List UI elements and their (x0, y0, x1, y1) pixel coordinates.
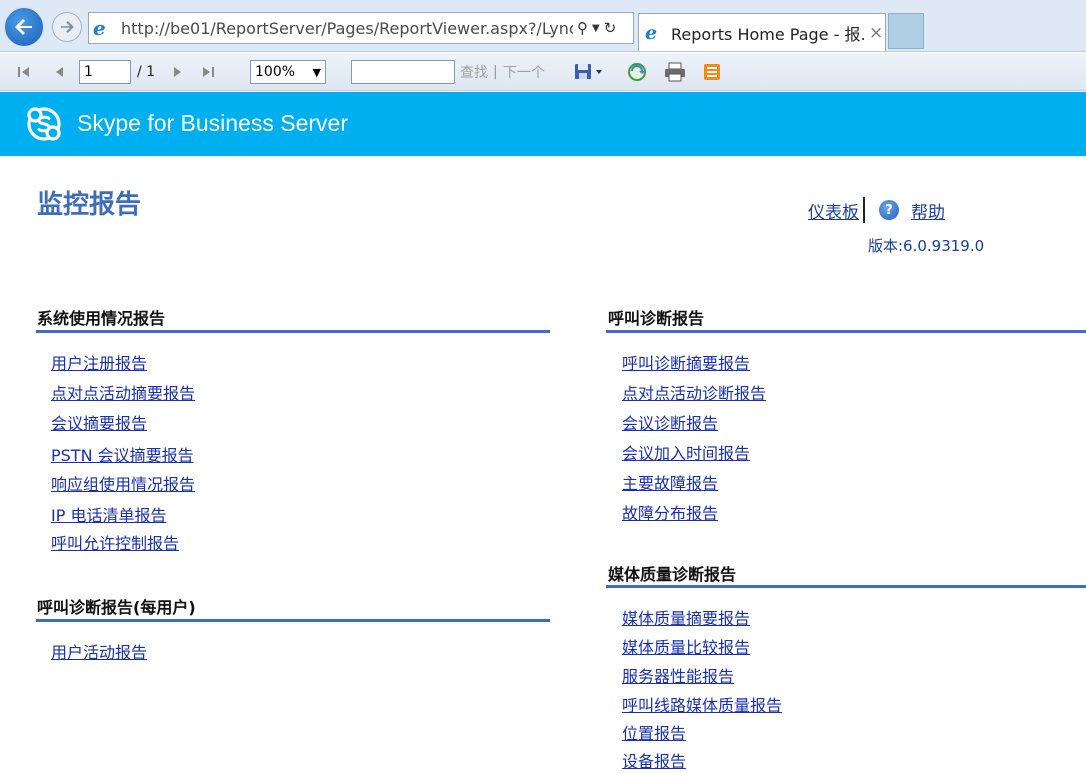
next-page-icon[interactable] (169, 53, 185, 91)
section-divider (36, 619, 550, 622)
find-next-link[interactable]: 下一个 (503, 53, 545, 91)
section-divider (606, 330, 1086, 333)
report-viewer-toolbar: 1 / 1 100% ▼ 查找 | 下一个 (0, 53, 1086, 91)
ie-tab-icon: e (645, 21, 658, 44)
report-link-call-diagnostic-summary[interactable]: 呼叫诊断摘要报告 (622, 350, 750, 374)
last-page-icon[interactable] (200, 53, 216, 91)
back-button[interactable] (3, 6, 45, 48)
zoom-select[interactable]: 100% ▼ (250, 60, 326, 84)
back-arrow-icon (15, 19, 32, 35)
page-total: / 1 (137, 64, 156, 80)
tab-close-icon[interactable]: × (869, 23, 883, 43)
section-title-per-user-diagnostics: 呼叫诊断报告(每用户) (37, 598, 196, 617)
report-link-location[interactable]: 位置报告 (622, 720, 686, 744)
browser-tab-reports[interactable]: e Reports Home Page - 报... × (638, 13, 886, 51)
help-link[interactable]: 帮助 (911, 198, 945, 223)
page-number-input[interactable]: 1 (79, 60, 131, 84)
report-link-server-performance[interactable]: 服务器性能报告 (622, 663, 734, 687)
top-right-links: 仪表板 ? 帮助 (808, 197, 945, 223)
section-divider (36, 330, 550, 333)
report-link-p2p-activity-summary[interactable]: 点对点活动摘要报告 (51, 380, 195, 404)
skype-logo-icon (27, 107, 61, 141)
version-label: 版本:6.0.9319.0 (868, 237, 985, 255)
dropdown-icon[interactable]: ▼ (592, 23, 600, 34)
product-name: Skype for Business Server (77, 110, 349, 136)
chevron-down-icon: ▼ (312, 65, 321, 79)
help-icon[interactable]: ? (879, 200, 899, 220)
find-link[interactable]: 查找 (460, 53, 488, 91)
first-page-icon[interactable] (16, 53, 32, 91)
report-link-response-group-usage[interactable]: 响应组使用情况报告 (51, 471, 195, 495)
address-bar[interactable]: e http://be01/ReportServer/Pages/ReportV… (88, 12, 634, 44)
report-link-media-quality-summary[interactable]: 媒体质量摘要报告 (622, 605, 750, 629)
tab-title: Reports Home Page - 报... (671, 24, 865, 44)
toolbar-separator: | (493, 64, 498, 80)
refresh-report-icon[interactable] (627, 53, 647, 91)
report-link-p2p-activity-diagnostic[interactable]: 点对点活动诊断报告 (622, 380, 766, 404)
data-feed-icon[interactable] (702, 53, 722, 91)
section-title-call-diagnostics: 呼叫诊断报告 (608, 309, 705, 328)
previous-page-icon[interactable] (52, 53, 68, 91)
report-link-call-admission-control[interactable]: 呼叫允许控制报告 (51, 530, 179, 554)
link-divider (863, 197, 865, 223)
search-icon[interactable]: ⚲ (577, 19, 588, 37)
section-divider (606, 585, 1086, 588)
forward-button[interactable] (52, 12, 82, 42)
section-title-system-usage: 系统使用情况报告 (37, 309, 166, 328)
report-link-device[interactable]: 设备报告 (622, 748, 686, 772)
report-link-ip-phone-inventory[interactable]: IP 电话清单报告 (51, 502, 166, 526)
zoom-value: 100% (255, 64, 296, 80)
print-icon[interactable] (664, 53, 686, 91)
report-link-conference-diagnostic[interactable]: 会议诊断报告 (622, 410, 718, 434)
report-link-user-activity[interactable]: 用户活动报告 (51, 639, 147, 663)
report-link-pstn-conference-summary[interactable]: PSTN 会议摘要报告 (51, 442, 194, 466)
report-link-conference-join-time[interactable]: 会议加入时间报告 (622, 440, 750, 464)
report-link-call-leg-media-quality[interactable]: 呼叫线路媒体质量报告 (622, 692, 782, 716)
address-text[interactable]: http://be01/ReportServer/Pages/ReportVie… (121, 19, 573, 38)
find-text-input[interactable] (351, 60, 455, 84)
report-link-user-registration[interactable]: 用户注册报告 (51, 350, 147, 374)
product-header-banner: Skype for Business Server (0, 92, 1086, 156)
dashboard-link[interactable]: 仪表板 (808, 198, 859, 223)
refresh-icon[interactable]: ↻ (604, 19, 617, 37)
report-link-failure-distribution[interactable]: 故障分布报告 (622, 500, 718, 524)
new-tab-button[interactable] (888, 13, 924, 49)
forward-arrow-icon (61, 21, 74, 33)
report-link-conference-summary[interactable]: 会议摘要报告 (51, 410, 147, 434)
browser-chrome: e http://be01/ReportServer/Pages/ReportV… (0, 0, 1086, 52)
report-link-media-quality-comparison[interactable]: 媒体质量比较报告 (622, 634, 750, 658)
page-title: 监控报告 (37, 190, 142, 220)
section-title-media-quality: 媒体质量诊断报告 (608, 565, 737, 584)
report-link-top-failures[interactable]: 主要故障报告 (622, 470, 718, 494)
ie-page-icon: e (93, 16, 106, 40)
export-icon[interactable] (574, 53, 604, 91)
